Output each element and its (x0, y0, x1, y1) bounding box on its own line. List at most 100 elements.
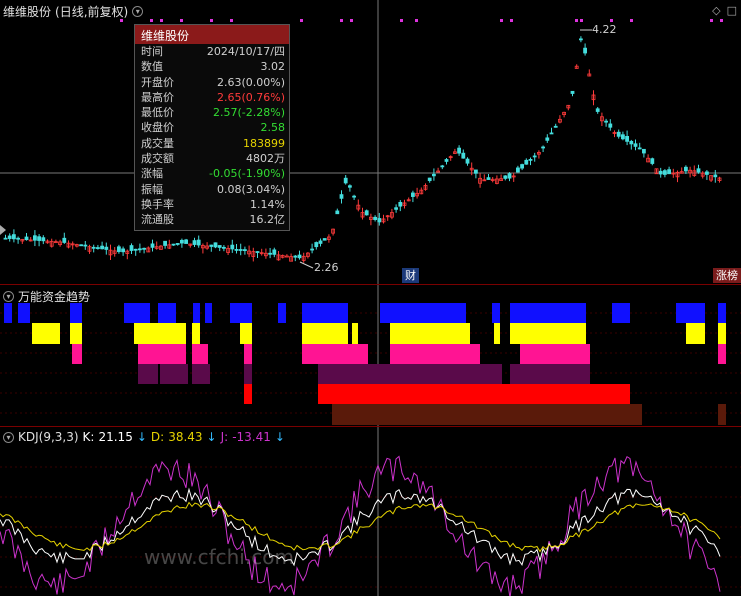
fund-trend-chart[interactable] (0, 285, 741, 426)
price-chart-panel[interactable]: 维维股份 (日线,前复权) ▾ ◇ □ 4.22 2.26 财 涨榜 维维股份 … (0, 0, 741, 284)
candle-body (541, 146, 545, 149)
tooltip-value: 183899 (243, 136, 285, 150)
k-label: K: (82, 430, 95, 444)
tooltip-row: 收盘价 2.58 (135, 120, 289, 135)
kdj-chart[interactable] (0, 427, 741, 596)
signal-marker (210, 19, 213, 22)
candle-body (100, 245, 104, 250)
fund-bar (494, 323, 500, 344)
fund-trend-panel[interactable]: ▾ 万能资金趋势 (0, 284, 741, 426)
kdj-title: KDJ(9,3,3) (18, 430, 79, 444)
candle-body (343, 177, 348, 184)
candle-body (398, 201, 403, 207)
candle-body (150, 243, 155, 248)
candle-body (37, 236, 41, 241)
signal-marker (160, 19, 163, 22)
fund-bar (510, 364, 590, 384)
candle-body (137, 248, 142, 251)
chevron-down-icon[interactable]: ▾ (132, 6, 144, 17)
candle-body (713, 174, 718, 178)
candlestick-chart[interactable] (0, 0, 741, 284)
candle-body (79, 244, 83, 247)
candle-body (604, 120, 608, 123)
tooltip-value: 2.65(0.76%) (216, 90, 285, 104)
fund-bar (510, 323, 586, 344)
candle-body (339, 194, 344, 199)
signal-marker (400, 19, 403, 22)
candle-body (410, 192, 415, 197)
tooltip-value: -0.05(-1.90%) (209, 167, 285, 181)
fund-bar (158, 303, 176, 323)
signal-marker (710, 19, 713, 22)
candle-body (364, 210, 369, 216)
candle-body (175, 243, 180, 245)
chevron-down-icon[interactable]: ▾ (3, 291, 14, 302)
fund-bar (70, 323, 82, 344)
candle-body (209, 244, 214, 247)
fund-bar (302, 323, 348, 344)
tooltip-value: 2024/10/17/四 (206, 45, 285, 58)
tooltip-row: 成交量 183899 (135, 136, 289, 151)
candle-body (663, 170, 667, 175)
fund-bar (244, 384, 252, 404)
fund-bar (510, 303, 586, 323)
candle-body (11, 234, 16, 240)
fund-bar (352, 323, 358, 344)
fund-bar (686, 323, 705, 344)
diamond-icon[interactable]: ◇ (712, 4, 720, 17)
fund-bar (192, 344, 208, 364)
signal-marker (610, 19, 613, 22)
tooltip-label: 流通股 (141, 213, 174, 227)
tooltip-value: 0.08(3.04%) (216, 182, 285, 196)
candle-body (293, 255, 298, 258)
finance-badge[interactable]: 财 (402, 268, 419, 283)
fund-bar (240, 323, 252, 344)
tooltip-row: 涨幅 -0.05(-1.90%) (135, 166, 289, 181)
candle-body (91, 246, 96, 249)
candle-body (272, 249, 277, 255)
candle-body (667, 169, 671, 175)
candle-body (650, 158, 655, 164)
scroll-left-icon[interactable] (0, 225, 6, 235)
square-icon[interactable]: □ (727, 4, 737, 17)
candle-body (310, 248, 315, 251)
fund-title: 万能资金趋势 (18, 290, 91, 304)
fund-bar (718, 303, 726, 323)
down-arrow-icon: ↓ (206, 430, 217, 444)
fund-bar (138, 344, 186, 364)
candle-body (621, 134, 625, 140)
fund-bar (70, 303, 82, 323)
kdj-panel[interactable]: ▾ KDJ(9,3,3) K: 21.15 ↓ D: 38.43 ↓ J: -1… (0, 426, 741, 596)
fund-bar (718, 404, 726, 425)
signal-marker (340, 19, 343, 22)
fund-bar (332, 404, 642, 425)
tooltip-label: 成交额 (141, 152, 174, 166)
fund-bar (605, 384, 630, 404)
candle-body (242, 249, 247, 252)
chevron-down-icon[interactable]: ▾ (3, 431, 14, 443)
candle-body (583, 47, 587, 54)
candle-body (221, 246, 226, 249)
candle-body (545, 137, 550, 141)
limit-up-badge[interactable]: 涨榜 (713, 268, 741, 283)
candle-body (62, 237, 67, 243)
candle-body (696, 168, 701, 173)
fund-bar (32, 323, 60, 344)
signal-marker (500, 19, 503, 22)
candle-body (3, 237, 8, 240)
candle-body (117, 246, 121, 252)
candle-body (133, 248, 138, 251)
fund-bar (138, 364, 158, 384)
signal-marker (580, 19, 583, 22)
candle-body (255, 251, 260, 253)
candle-body (473, 169, 478, 174)
candle-body (184, 239, 189, 244)
watermark: www.cfchi.com (144, 545, 294, 569)
fund-bar (318, 364, 502, 384)
signal-marker (510, 19, 513, 22)
tooltip-row: 开盘价 2.63(0.00%) (135, 75, 289, 90)
candle-body (524, 159, 529, 165)
fund-bar (390, 344, 480, 364)
low-pointer (299, 261, 314, 269)
candle-body (192, 240, 197, 245)
